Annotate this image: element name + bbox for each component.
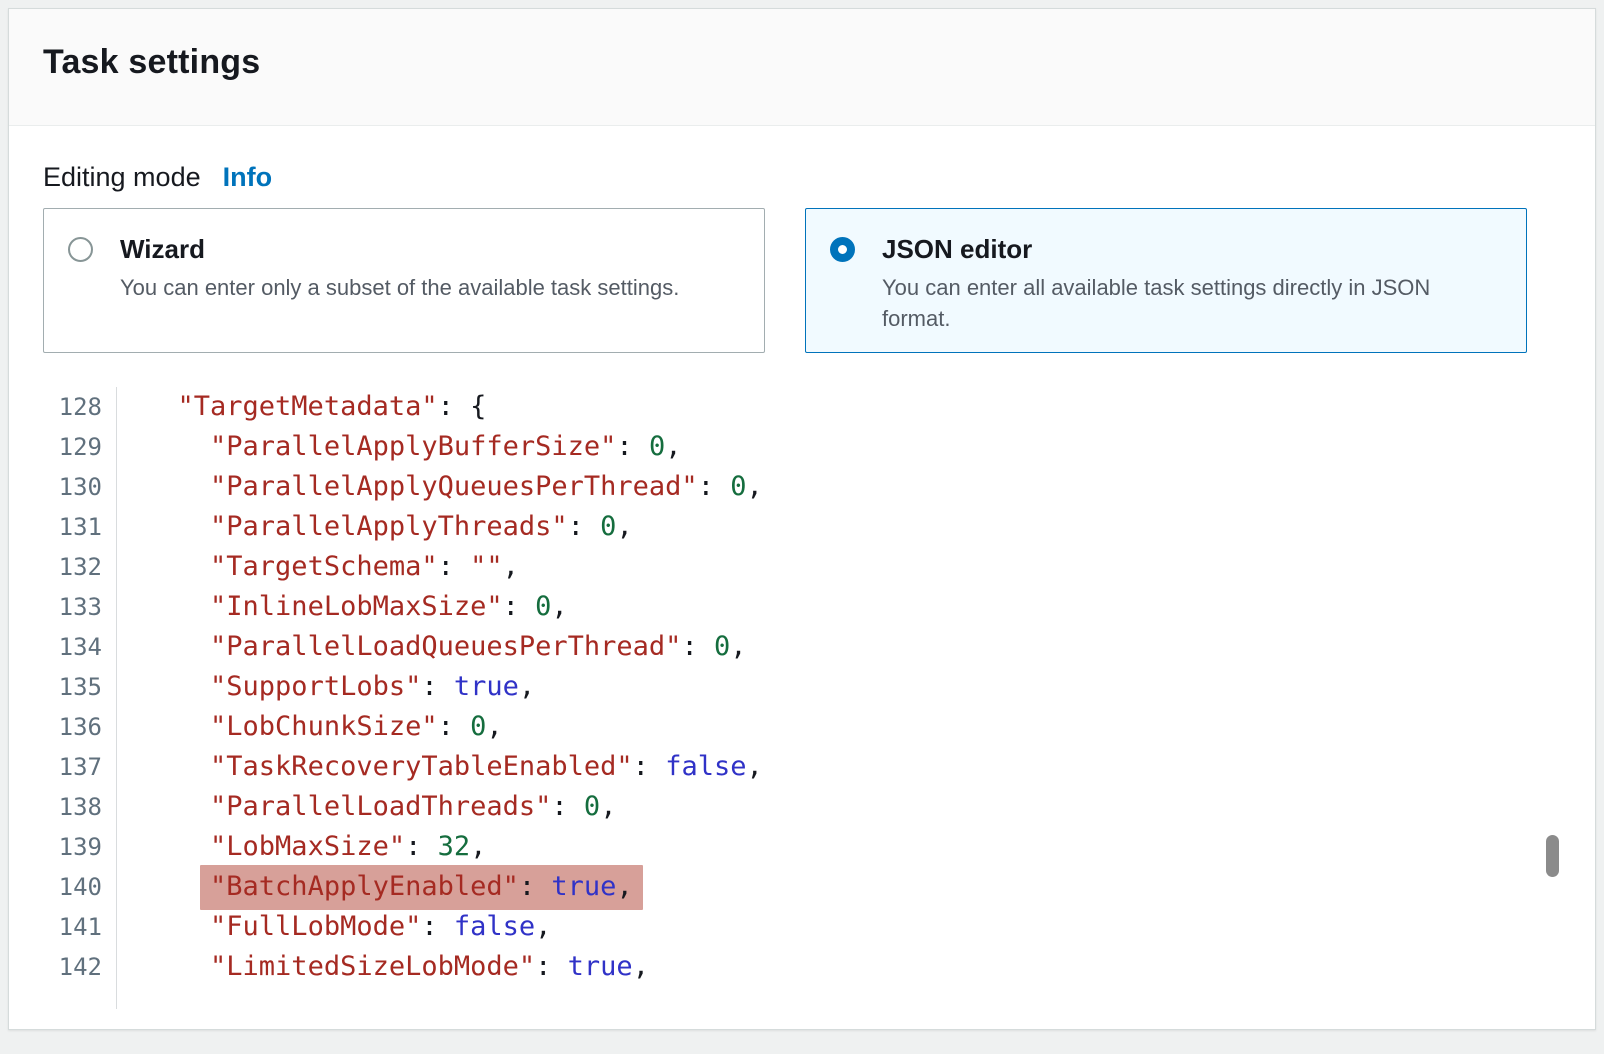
line-number: 141 (43, 907, 117, 947)
tile-json-editor-text: JSON editor You can enter all available … (882, 233, 1502, 334)
code-text: "TargetSchema": "", (117, 547, 519, 587)
tile-wizard[interactable]: Wizard You can enter only a subset of th… (43, 208, 765, 353)
radio-unselected-icon[interactable] (68, 237, 93, 262)
code-text: "LobChunkSize": 0, (117, 707, 503, 747)
line-number: 131 (43, 507, 117, 547)
tile-wizard-text: Wizard You can enter only a subset of th… (120, 233, 679, 303)
gutter-filler (43, 987, 117, 1009)
editing-mode-tiles: Wizard You can enter only a subset of th… (43, 208, 1527, 353)
tile-json-editor[interactable]: JSON editor You can enter all available … (805, 208, 1527, 353)
code-line[interactable]: 139 "LobMaxSize": 32, (43, 827, 1561, 867)
code-line[interactable]: 136 "LobChunkSize": 0, (43, 707, 1561, 747)
code-line[interactable]: 132 "TargetSchema": "", (43, 547, 1561, 587)
code-text: "LobMaxSize": 32, (117, 827, 486, 867)
panel-body: Editing mode Info Wizard You can enter o… (9, 126, 1595, 1009)
code-line-filler (43, 987, 1561, 1009)
tile-wizard-description: You can enter only a subset of the avail… (120, 272, 679, 303)
line-number: 129 (43, 427, 117, 467)
line-number: 133 (43, 587, 117, 627)
info-link[interactable]: Info (223, 160, 272, 194)
code-text: "BatchApplyEnabled": true, (117, 867, 633, 907)
code-line[interactable]: 134 "ParallelLoadQueuesPerThread": 0, (43, 627, 1561, 667)
code-text: "SupportLobs": true, (117, 667, 535, 707)
line-number: 128 (43, 387, 117, 427)
code-text: "ParallelApplyQueuesPerThread": 0, (117, 467, 763, 507)
code-text: "ParallelLoadQueuesPerThread": 0, (117, 627, 746, 667)
tile-json-editor-description: You can enter all available task setting… (882, 272, 1502, 334)
code-line[interactable]: 137 "TaskRecoveryTableEnabled": false, (43, 747, 1561, 787)
tile-json-editor-title: JSON editor (882, 233, 1502, 266)
code-text: "TaskRecoveryTableEnabled": false, (117, 747, 763, 787)
tile-wizard-title: Wizard (120, 233, 679, 266)
line-number: 132 (43, 547, 117, 587)
code-line[interactable]: 128 "TargetMetadata": { (43, 387, 1561, 427)
line-number: 130 (43, 467, 117, 507)
code-text: "TargetMetadata": { (117, 387, 486, 427)
highlighted-code: "BatchApplyEnabled": true, (200, 865, 643, 910)
code-text: "InlineLobMaxSize": 0, (117, 587, 568, 627)
line-number: 137 (43, 747, 117, 787)
code-line[interactable]: 130 "ParallelApplyQueuesPerThread": 0, (43, 467, 1561, 507)
code-line[interactable]: 140 "BatchApplyEnabled": true, (43, 867, 1561, 907)
code-line[interactable]: 142 "LimitedSizeLobMode": true, (43, 947, 1561, 987)
line-number: 134 (43, 627, 117, 667)
editing-mode-label: Editing mode (43, 160, 201, 194)
json-code-editor[interactable]: 128 "TargetMetadata": {129 "ParallelAppl… (43, 387, 1561, 1009)
line-number: 142 (43, 947, 117, 987)
vertical-scrollbar-thumb[interactable] (1546, 835, 1559, 877)
code-text: "ParallelApplyBufferSize": 0, (117, 427, 681, 467)
code-line[interactable]: 141 "FullLobMode": false, (43, 907, 1561, 947)
code-line[interactable]: 138 "ParallelLoadThreads": 0, (43, 787, 1561, 827)
code-text: "FullLobMode": false, (117, 907, 551, 947)
code-line[interactable]: 135 "SupportLobs": true, (43, 667, 1561, 707)
line-number: 140 (43, 867, 117, 907)
code-text: "ParallelLoadThreads": 0, (117, 787, 616, 827)
radio-selected-icon[interactable] (830, 237, 855, 262)
code-line[interactable]: 133 "InlineLobMaxSize": 0, (43, 587, 1561, 627)
code-text: "ParallelApplyThreads": 0, (117, 507, 633, 547)
line-number: 138 (43, 787, 117, 827)
panel-header: Task settings (9, 9, 1595, 126)
line-number: 136 (43, 707, 117, 747)
task-settings-panel: Task settings Editing mode Info Wizard Y… (8, 8, 1596, 1030)
code-text: "LimitedSizeLobMode": true, (117, 947, 649, 987)
line-number: 139 (43, 827, 117, 867)
editing-mode-label-row: Editing mode Info (43, 160, 1561, 194)
code-line[interactable]: 129 "ParallelApplyBufferSize": 0, (43, 427, 1561, 467)
panel-title: Task settings (43, 43, 1561, 82)
code-line[interactable]: 131 "ParallelApplyThreads": 0, (43, 507, 1561, 547)
line-number: 135 (43, 667, 117, 707)
